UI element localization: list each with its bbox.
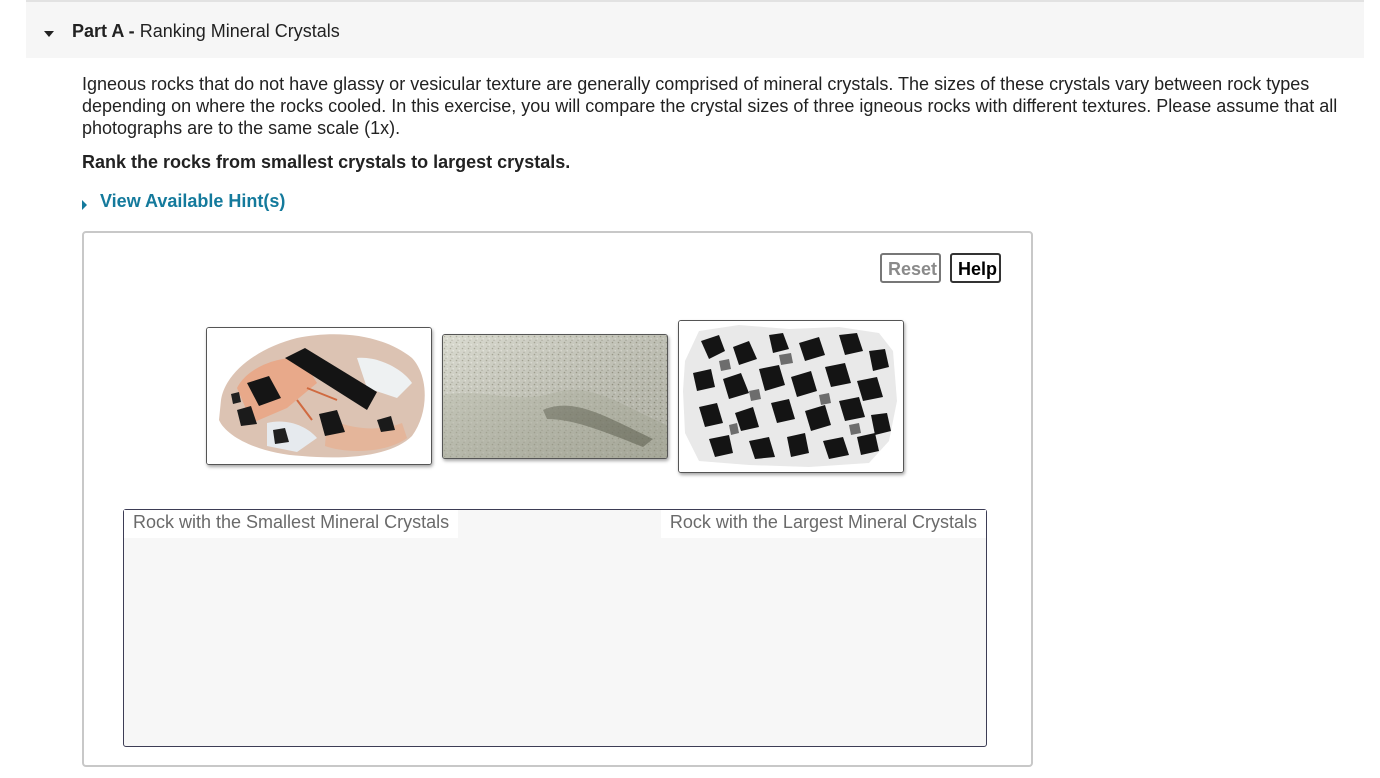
caret-right-icon bbox=[82, 200, 87, 210]
ranking-tool: Reset Help Rock with the Smallest Minera… bbox=[82, 231, 1033, 767]
smallest-crystals-label: Rock with the Smallest Mineral Crystals bbox=[124, 510, 459, 538]
rock-pegmatite-image bbox=[207, 328, 431, 464]
rock-coarse-speckled-image bbox=[679, 321, 903, 472]
rock-fine-grained-image bbox=[443, 335, 667, 458]
largest-crystals-label: Rock with the Largest Mineral Crystals bbox=[660, 510, 986, 538]
rock-card-fine-grained[interactable] bbox=[442, 334, 668, 459]
help-button[interactable]: Help bbox=[950, 253, 1001, 283]
part-label: Part A - bbox=[72, 21, 135, 41]
rock-card-pegmatite[interactable] bbox=[206, 327, 432, 465]
ranking-drop-zone[interactable]: Rock with the Smallest Mineral Crystals … bbox=[123, 509, 987, 747]
part-title-text: Ranking Mineral Crystals bbox=[139, 21, 340, 41]
intro-text: Igneous rocks that do not have glassy or… bbox=[82, 74, 1338, 138]
caret-down-icon[interactable] bbox=[44, 31, 54, 37]
view-hints-link[interactable]: View Available Hint(s) bbox=[100, 191, 285, 212]
part-title: Part A - Ranking Mineral Crystals bbox=[72, 21, 340, 42]
part-header[interactable]: Part A - Ranking Mineral Crystals bbox=[26, 0, 1364, 58]
rock-card-coarse-speckled[interactable] bbox=[678, 320, 904, 473]
reset-button[interactable]: Reset bbox=[880, 253, 941, 283]
instruction-text: Rank the rocks from smallest crystals to… bbox=[82, 152, 571, 172]
